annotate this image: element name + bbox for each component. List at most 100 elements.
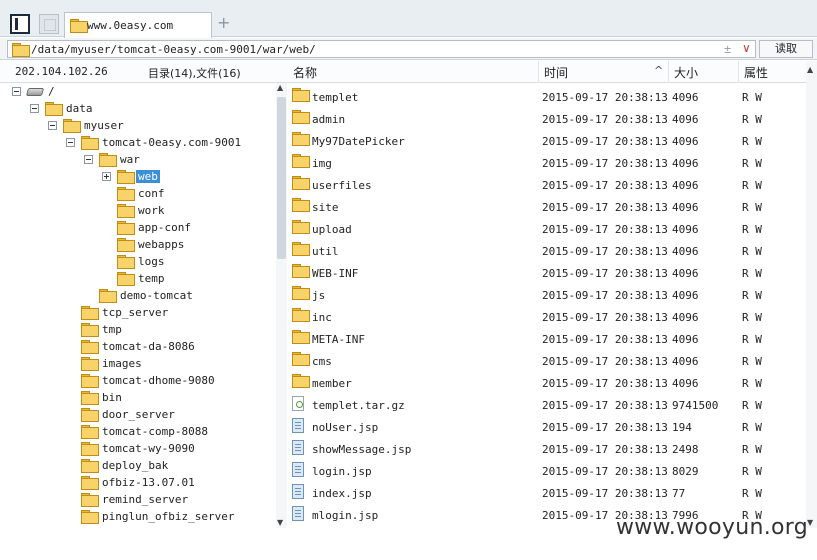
folder-icon [12,43,30,57]
file-row[interactable]: index.jsp 2015-09-17 20:38:13 77 R W [287,481,806,503]
column-divider[interactable] [738,61,739,83]
collapse-icon[interactable] [48,121,57,130]
col-time[interactable]: 时间 [544,64,568,81]
file-row[interactable]: login.jsp 2015-09-17 20:38:13 8029 R W [287,459,806,481]
folder-icon [292,198,310,212]
tree-scrollbar[interactable]: ▲ ▼ [276,83,287,528]
tree-node[interactable]: deploy_bak [66,458,276,475]
folder-icon [292,154,310,168]
file-name: templet [312,91,359,104]
collapse-icon[interactable] [84,155,93,164]
tree-node[interactable]: tomcat-da-8086 [66,339,276,356]
tree-node-label: bin [102,391,122,404]
file-row[interactable]: showMessage.jsp 2015-09-17 20:38:13 2498 R … [287,437,806,459]
address-field[interactable]: /data/myuser/tomcat-0easy.com-9001/war/w… [7,40,756,58]
file-name: cms [312,355,332,368]
file-row[interactable]: member 2015-09-17 20:38:13 4096 R W [287,371,806,393]
file-row[interactable]: img 2015-09-17 20:38:13 4096 R W [287,151,806,173]
tree-node[interactable]: bin [66,390,276,407]
file-name: templet.tar.gz [312,399,405,412]
col-name[interactable]: 名称 [293,64,317,81]
file-row[interactable]: templet 2015-09-17 20:38:13 4096 R W [287,85,806,107]
file-size: 4096 [672,135,699,148]
column-divider[interactable] [538,61,539,83]
document-file-icon [292,506,304,521]
tree-node[interactable]: images [66,356,276,373]
col-size[interactable]: 大小 [674,64,698,81]
tree-node[interactable]: tcp_server [66,305,276,322]
tree-node[interactable]: web [102,169,276,186]
file-size: 4096 [672,289,699,302]
file-row[interactable]: util 2015-09-17 20:38:13 4096 R W [287,239,806,261]
file-row[interactable]: userfiles 2015-09-17 20:38:13 4096 R W [287,173,806,195]
file-name: site [312,201,339,214]
tree-node[interactable]: temp [102,271,276,288]
tree-node[interactable]: pinglun_ofbiz_server [66,509,276,526]
collapse-icon[interactable] [66,138,75,147]
tree-node[interactable]: demo-tomcat [84,288,276,305]
tree-node-label: conf [138,187,165,200]
tree-node[interactable]: ofbiz-13.07.01 [66,475,276,492]
file-row[interactable]: templet.tar.gz 2015-09-17 20:38:13 9741500… [287,393,806,415]
tree-node[interactable]: tomcat-comp-8088 [66,424,276,441]
file-size: 4096 [672,223,699,236]
expand-icon[interactable] [102,172,111,181]
read-button[interactable]: 读取 [759,40,813,58]
tree-node[interactable]: / [12,84,272,101]
file-name: admin [312,113,346,126]
plus-minus-icon[interactable]: ± [724,42,731,56]
tree-node[interactable]: webapps [102,237,276,254]
folder-icon [292,220,310,234]
window-button[interactable] [39,14,59,34]
file-row[interactable]: js 2015-09-17 20:38:13 4096 R W [287,283,806,305]
folder-icon [292,264,310,278]
file-permissions: R W [742,377,762,390]
panel-toggle-button[interactable] [10,14,30,34]
file-row[interactable]: My97DatePicker 2015-09-17 20:38:13 4096 R W [287,129,806,151]
tab-active[interactable]: www.0easy.com [64,12,212,38]
collapse-icon[interactable] [12,87,21,96]
file-list-scrollbar[interactable]: ▲ ▼ [806,61,817,528]
file-row[interactable]: site 2015-09-17 20:38:13 4096 R W [287,195,806,217]
tree-node[interactable]: myuser [48,118,276,135]
tree-node[interactable]: tomcat-dhome-9080 [66,373,276,390]
chevron-down-icon[interactable]: ∨ [742,41,751,55]
file-row[interactable]: upload 2015-09-17 20:38:13 4096 R W [287,217,806,239]
file-permissions: R W [742,355,762,368]
scroll-down-icon[interactable]: ▼ [277,518,283,527]
file-row[interactable]: WEB-INF 2015-09-17 20:38:13 4096 R W [287,261,806,283]
tree-node[interactable]: remind_server [66,492,276,509]
file-permissions: R W [742,113,762,126]
file-size: 77 [672,487,686,500]
tree-node[interactable]: war [84,152,276,169]
file-row[interactable]: noUser.jsp 2015-09-17 20:38:13 194 R W [287,415,806,437]
file-row[interactable]: inc 2015-09-17 20:38:13 4096 R W [287,305,806,327]
tree-node[interactable]: conf [102,186,276,203]
tree-node[interactable]: work [102,203,276,220]
tree-node[interactable]: logs [102,254,276,271]
collapse-icon[interactable] [30,104,39,113]
file-name: noUser.jsp [312,421,379,434]
scroll-up-icon[interactable]: ▲ [277,83,283,92]
tree-scroll-thumb[interactable] [277,97,286,259]
file-row[interactable]: META-INF 2015-09-17 20:38:13 4096 R W [287,327,806,349]
column-divider[interactable] [668,61,669,83]
add-tab-button[interactable]: + [217,15,230,31]
folder-icon [81,340,99,354]
file-size: 194 [672,421,692,434]
tree-node[interactable]: app-conf [102,220,276,237]
tree-node[interactable]: tomcat-0easy.com-9001 [66,135,276,152]
file-time: 2015-09-17 20:38:13 [542,311,668,324]
tree-node[interactable]: tomcat-wy-9090 [66,441,276,458]
file-row[interactable]: admin 2015-09-17 20:38:13 4096 R W [287,107,806,129]
scroll-up-icon[interactable]: ▲ [807,65,813,74]
col-attr[interactable]: 属性 [744,64,768,81]
file-row[interactable]: cms 2015-09-17 20:38:13 4096 R W [287,349,806,371]
tree-node[interactable]: data [30,101,276,118]
file-time: 2015-09-17 20:38:13 [542,377,668,390]
file-time: 2015-09-17 20:38:13 [542,421,668,434]
tree-node[interactable]: tmp [66,322,276,339]
file-time: 2015-09-17 20:38:13 [542,135,668,148]
file-name: My97DatePicker [312,135,405,148]
tree-node[interactable]: door_server [66,407,276,424]
